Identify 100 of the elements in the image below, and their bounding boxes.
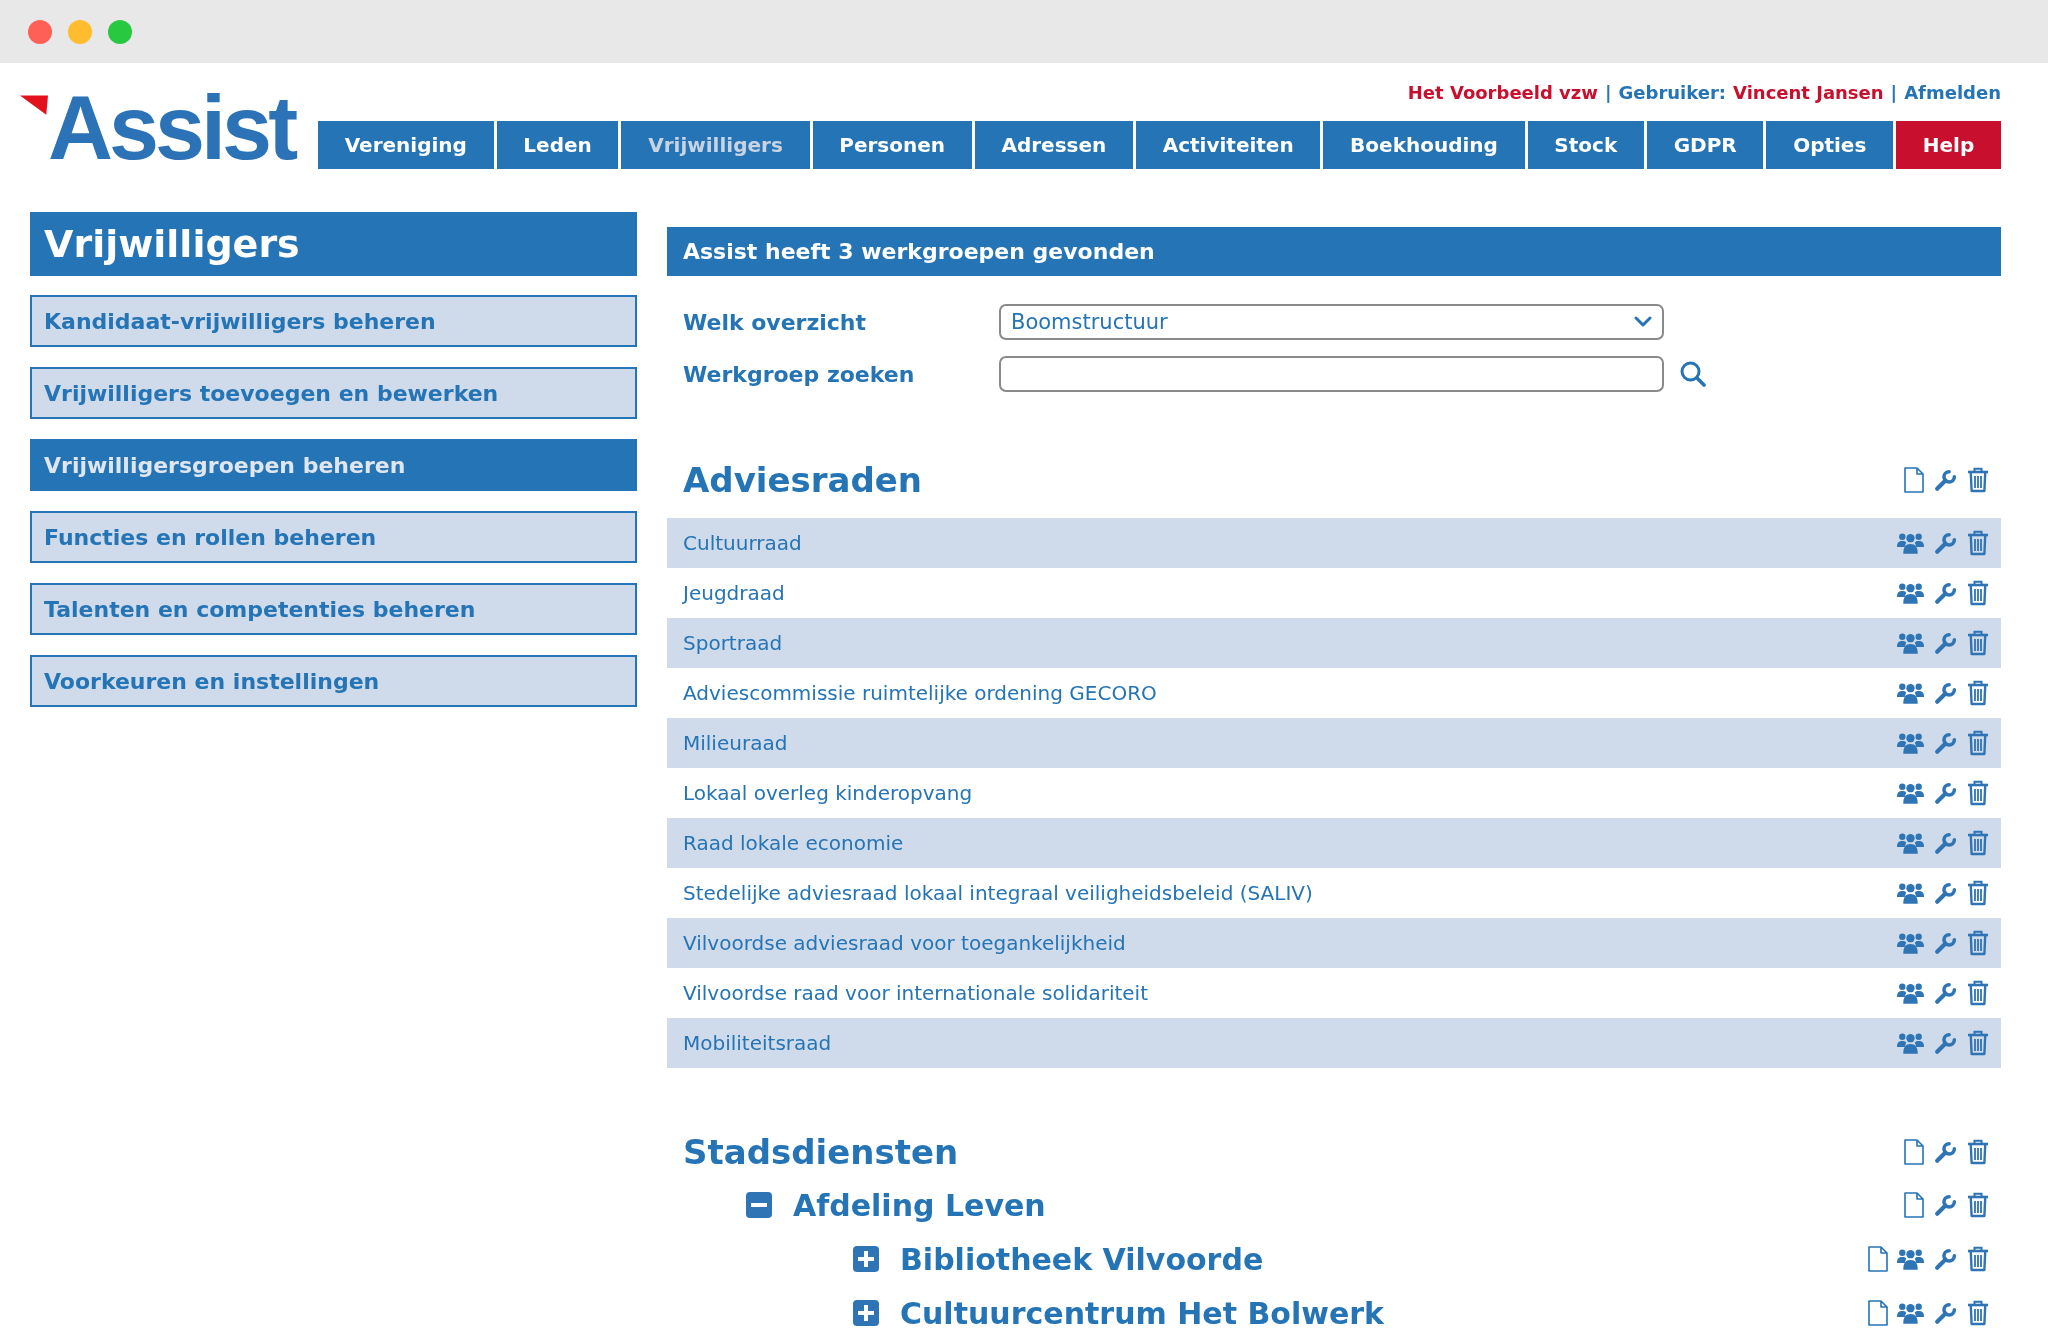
wrench-icon[interactable] <box>1933 980 1958 1006</box>
sidebar-item[interactable]: Functies en rollen beheren <box>30 511 637 563</box>
trash-icon[interactable] <box>1967 1192 1989 1218</box>
trash-icon[interactable] <box>1967 1030 1989 1056</box>
trash-icon[interactable] <box>1967 580 1989 606</box>
trash-icon[interactable] <box>1967 630 1989 656</box>
sidebar-item[interactable]: Vrijwilligers toevoegen en bewerken <box>30 367 637 419</box>
user-label: Gebruiker: <box>1618 82 1727 104</box>
chevron-down-icon <box>1634 316 1652 328</box>
workgroup-heading: Cultuurcentrum Het Bolwerk <box>900 1295 1384 1331</box>
workgroup-link[interactable]: Stedelijke adviesraad lokaal integraal veiligheidsbeleid (SALIV) <box>683 881 1313 905</box>
trash-icon[interactable] <box>1967 1139 1989 1165</box>
people-icon[interactable] <box>1897 732 1924 754</box>
trash-icon[interactable] <box>1967 1246 1989 1272</box>
nav-tab[interactable]: Stock <box>1527 121 1644 169</box>
view-select[interactable]: Boomstructuur <box>999 304 1664 340</box>
sidebar-item[interactable]: Voorkeuren en instellingen <box>30 655 637 707</box>
nav-tab[interactable]: Adressen <box>974 121 1133 169</box>
nav-tab[interactable]: Leden <box>496 121 619 169</box>
nav-tab[interactable]: Activiteiten <box>1136 121 1321 169</box>
logo-triangle-icon <box>20 95 48 115</box>
wrench-icon[interactable] <box>1933 1139 1958 1165</box>
people-icon[interactable] <box>1897 782 1924 804</box>
workgroup-link[interactable]: Lokaal overleg kinderopvang <box>683 781 973 805</box>
wrench-icon[interactable] <box>1933 880 1958 906</box>
sidebar-item[interactable]: Vrijwilligersgroepen beheren <box>30 439 637 491</box>
nav-tab[interactable]: Help <box>1896 121 2001 169</box>
sidebar-item[interactable]: Talenten en competenties beheren <box>30 583 637 635</box>
nav-tab[interactable]: Personen <box>812 121 972 169</box>
nav-tab[interactable]: GDPR <box>1646 121 1764 169</box>
workgroup-link[interactable]: Cultuurraad <box>683 531 802 555</box>
expand-icon[interactable] <box>853 1300 879 1326</box>
separator-text: | <box>1890 82 1898 104</box>
wrench-icon[interactable] <box>1933 1030 1958 1056</box>
separator-text: | <box>1604 82 1612 104</box>
search-field[interactable] <box>999 356 1664 392</box>
wrench-icon[interactable] <box>1933 630 1958 656</box>
people-icon[interactable] <box>1897 1032 1924 1054</box>
trash-icon[interactable] <box>1967 730 1989 756</box>
trash-icon[interactable] <box>1967 880 1989 906</box>
wrench-icon[interactable] <box>1933 680 1958 706</box>
document-icon[interactable] <box>1904 1192 1924 1218</box>
wrench-icon[interactable] <box>1933 830 1958 856</box>
workgroup-link[interactable]: Milieuraad <box>683 731 788 755</box>
organization-name: Het Voorbeeld vzw <box>1407 82 1598 104</box>
workgroup-link[interactable]: Sportraad <box>683 631 783 655</box>
wrench-icon[interactable] <box>1933 467 1958 493</box>
trash-icon[interactable] <box>1967 1300 1989 1326</box>
workgroup-link[interactable]: Vilvoordse adviesraad voor toegankelijkheid <box>683 931 1126 955</box>
field-label: Welk overzicht <box>683 309 868 335</box>
document-icon[interactable] <box>1868 1246 1888 1272</box>
trash-icon[interactable] <box>1967 530 1989 556</box>
people-icon[interactable] <box>1897 882 1924 904</box>
trash-icon[interactable] <box>1967 980 1989 1006</box>
wrench-icon[interactable] <box>1933 530 1958 556</box>
document-icon[interactable] <box>1904 1139 1924 1165</box>
people-icon[interactable] <box>1897 632 1924 654</box>
category-heading: Stadsdiensten <box>683 1132 959 1172</box>
close-icon[interactable] <box>28 19 52 44</box>
workgroup-link[interactable]: Jeugdraad <box>683 581 785 605</box>
workgroup-link[interactable]: Mobiliteitsraad <box>683 1031 832 1055</box>
workgroup-link[interactable]: Vilvoordse raad voor internationale solidariteit <box>683 981 1148 1005</box>
wrench-icon[interactable] <box>1933 930 1958 956</box>
logout-link[interactable]: Afmelden <box>1904 82 2001 104</box>
results-header: Assist heeft 3 werkgroepen gevonden <box>667 227 2001 276</box>
trash-icon[interactable] <box>1967 830 1989 856</box>
wrench-icon[interactable] <box>1933 780 1958 806</box>
logo-text: Assist <box>48 83 295 173</box>
nav-tab[interactable]: Boekhouding <box>1323 121 1525 169</box>
wrench-icon[interactable] <box>1933 580 1958 606</box>
trash-icon[interactable] <box>1967 780 1989 806</box>
wrench-icon[interactable] <box>1933 1300 1958 1326</box>
document-icon[interactable] <box>1904 467 1924 493</box>
workgroup-link[interactable]: Adviescommissie ruimtelijke ordening GECORO <box>683 681 1157 705</box>
people-icon[interactable] <box>1897 832 1924 854</box>
wrench-icon[interactable] <box>1933 1246 1958 1272</box>
workgroup-link[interactable]: Raad lokale economie <box>683 831 904 855</box>
people-icon[interactable] <box>1897 1248 1924 1270</box>
wrench-icon[interactable] <box>1933 730 1958 756</box>
document-icon[interactable] <box>1868 1300 1888 1326</box>
field-label: Werkgroep zoeken <box>683 361 916 387</box>
category-heading: Afdeling Leven <box>793 1187 1046 1223</box>
expand-icon[interactable] <box>853 1246 879 1272</box>
trash-icon[interactable] <box>1967 930 1989 956</box>
nav-tab[interactable]: Vereniging <box>318 121 494 169</box>
people-icon[interactable] <box>1897 682 1924 704</box>
trash-icon[interactable] <box>1967 680 1989 706</box>
trash-icon[interactable] <box>1967 467 1989 493</box>
people-icon[interactable] <box>1897 532 1924 554</box>
sidebar-item[interactable]: Kandidaat-vrijwilligers beheren <box>30 295 637 347</box>
wrench-icon[interactable] <box>1933 1192 1958 1218</box>
people-icon[interactable] <box>1897 982 1924 1004</box>
people-icon[interactable] <box>1897 932 1924 954</box>
collapse-icon[interactable] <box>746 1192 772 1218</box>
people-icon[interactable] <box>1897 1302 1924 1324</box>
people-icon[interactable] <box>1897 582 1924 604</box>
nav-tab[interactable]: Vrijwilligers <box>621 121 810 169</box>
nav-tab[interactable]: Opties <box>1766 121 1894 169</box>
search-icon[interactable] <box>1680 361 1706 387</box>
workgroup-heading: Bibliotheek Vilvoorde <box>900 1241 1264 1277</box>
